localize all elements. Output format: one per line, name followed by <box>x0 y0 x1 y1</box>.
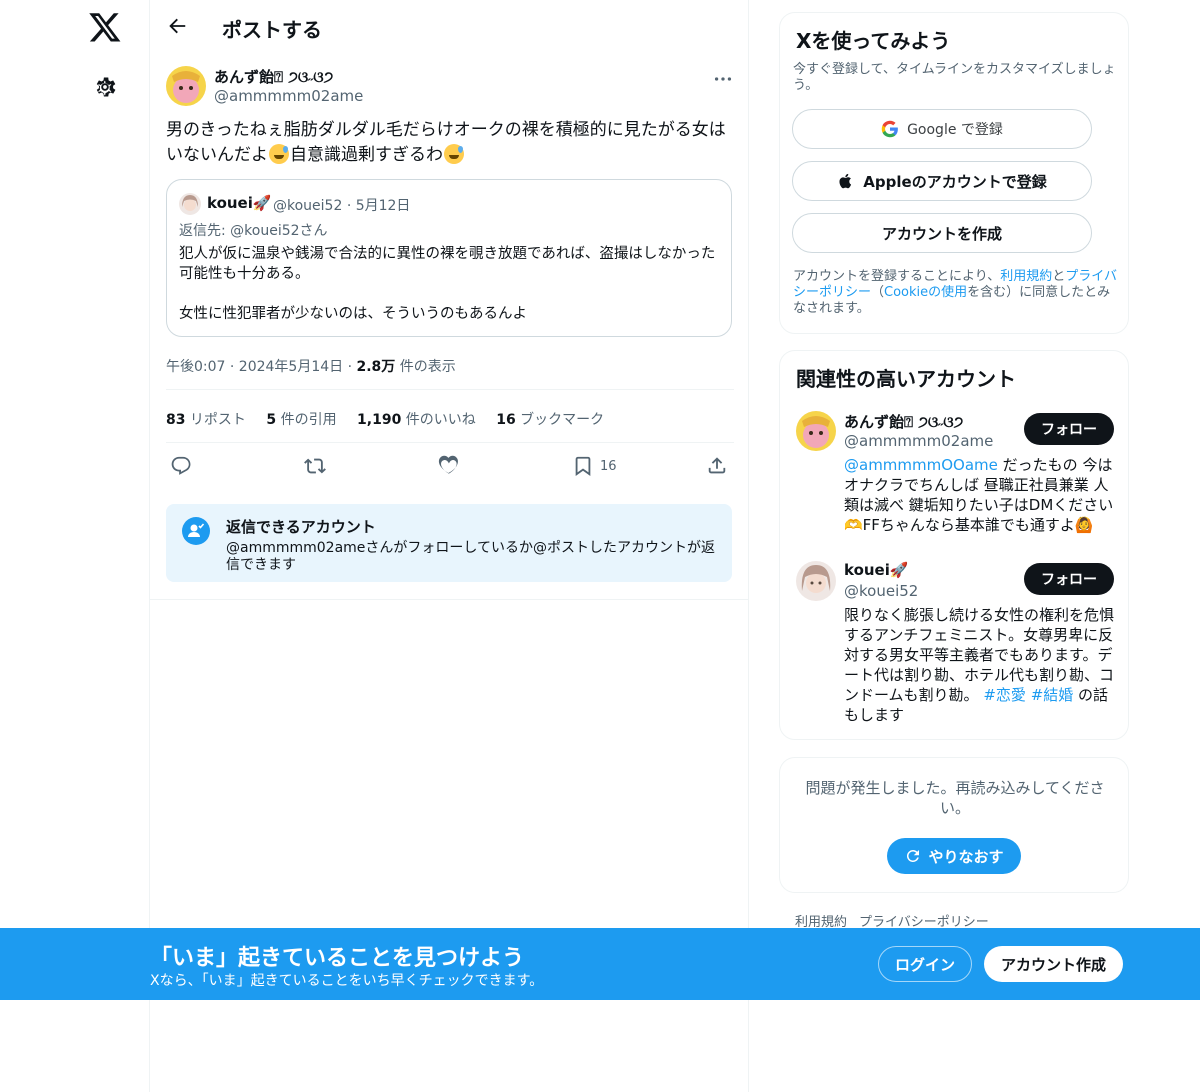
google-signup-label: Google で登録 <box>907 122 1003 138</box>
bookmark-button[interactable]: 16 <box>572 454 617 478</box>
post-stats: 83 リポスト 5 件の引用 1,190 件のいいね 16 ブックマーク <box>166 409 620 429</box>
author-name[interactable]: あんず飴⍰ ੭ଓ˶ଓ੭ <box>214 66 333 87</box>
hashtag-link[interactable]: #結婚 <box>1031 686 1074 704</box>
apple-signup-button[interactable]: Appleのアカウントで登録 <box>792 161 1092 201</box>
divider <box>150 599 748 600</box>
quoted-handle-date: @kouei52 · 5月12日 <box>273 198 411 214</box>
rocket-emoji-icon: 🚀 <box>889 561 909 579</box>
quoted-text: 犯人が仮に温泉や銭湯で合法的に異性の裸を覗き放題であれば、盗撮はしなかった可能性… <box>179 246 716 322</box>
error-panel: 問題が発生しました。再読み込みしてください。 やりなおす <box>779 757 1129 893</box>
related-accounts-title: 関連性の高いアカウント <box>796 367 1016 391</box>
apple-icon <box>839 173 852 189</box>
account-bio: 限りなく膨張し続ける女性の権利を危惧するアンチフェミニスト。女尊男卑に反対する男… <box>844 606 1115 724</box>
signup-legal-text: アカウントを登録することにより、利用規約とプライバシーポリシー（Cookieの使… <box>793 269 1118 316</box>
account-name[interactable]: kouei🚀 <box>844 561 909 579</box>
author-handle[interactable]: @ammmmm02ame <box>214 87 363 105</box>
rocket-emoji-icon: 🚀 <box>252 194 272 212</box>
account-avatar[interactable] <box>796 561 836 601</box>
google-icon <box>881 120 898 138</box>
apple-signup-label: Appleのアカウントで登録 <box>863 172 1047 191</box>
reply-restriction-title: 返信できるアカウント <box>226 518 376 536</box>
cookie-link[interactable]: Cookieの使用 <box>884 285 967 300</box>
bookmark-count: 16 <box>600 458 617 474</box>
page-header: ポストする <box>150 0 748 54</box>
page-title: ポストする <box>222 18 322 42</box>
signup-title: Xを使ってみよう <box>796 29 951 53</box>
post-time[interactable]: 午後0:07 · 2024年5月14日 · <box>166 359 357 375</box>
reply-button[interactable] <box>170 454 192 478</box>
repost-button[interactable] <box>304 454 326 478</box>
account-avatar[interactable] <box>796 411 836 451</box>
signup-desc: 今すぐ登録して、タイムラインをカスタマイズしましょう。 <box>793 62 1116 93</box>
follow-button[interactable]: フォロー <box>1024 563 1114 595</box>
reply-restriction-icon <box>182 517 210 545</box>
heart-icon <box>438 455 458 474</box>
google-signup-button[interactable]: Google で登録 <box>792 109 1092 149</box>
author-avatar[interactable] <box>166 66 206 106</box>
bookmark-icon <box>575 456 591 476</box>
bio-mention-link[interactable]: @ammmmmOOame <box>844 456 998 474</box>
account-handle[interactable]: @ammmmm02ame <box>844 432 993 450</box>
hashtag-link[interactable]: #恋愛 <box>983 686 1026 704</box>
views-count: 2.8万 <box>356 359 396 375</box>
reply-icon <box>171 456 191 475</box>
signup-banner: 「いま」起きていることを見つけよう Xなら、「いま」起きていることをいち早くチェ… <box>0 928 1200 1000</box>
settings-gear-icon[interactable] <box>92 74 118 100</box>
views-label: 件の表示 <box>395 359 456 375</box>
repost-icon <box>304 458 326 474</box>
post-actions: 16 <box>166 454 734 480</box>
likes-stat[interactable]: 1,190 件のいいね <box>357 412 476 428</box>
share-button[interactable] <box>706 454 728 478</box>
more-options-icon[interactable] <box>712 68 734 90</box>
share-icon <box>708 457 726 474</box>
quoted-author-avatar <box>179 193 201 215</box>
login-button[interactable]: ログイン <box>878 946 972 982</box>
account-name[interactable]: あんず飴⍰ ੭ଓ˶ଓ੭ <box>844 411 963 432</box>
error-message: 問題が発生しました。再読み込みしてください。 <box>805 779 1105 817</box>
divider <box>166 389 734 390</box>
back-arrow-icon[interactable] <box>166 15 188 37</box>
reply-restriction-notice: 返信できるアカウント @ammmmm02ameさんがフォローしているか@ポストし… <box>166 504 732 582</box>
post-timestamp: 午後0:07 · 2024年5月14日 · 2.8万 件の表示 <box>166 356 456 376</box>
related-accounts-panel: 関連性の高いアカウント あんず飴⍰ ੭ଓ˶ଓ੭ @ammmmm02ame フォロ… <box>779 350 1129 740</box>
reposts-stat[interactable]: 83 リポスト <box>166 412 246 428</box>
quoted-post[interactable]: kouei🚀 @kouei52 · 5月12日 返信先: @kouei52さん … <box>166 179 732 337</box>
retry-button[interactable]: やりなおす <box>887 838 1021 874</box>
sweat-smile-emoji-icon <box>444 144 464 164</box>
quotes-stat[interactable]: 5 件の引用 <box>266 412 336 428</box>
like-button[interactable] <box>438 454 460 478</box>
account-handle[interactable]: @kouei52 <box>844 582 918 600</box>
retry-label: やりなおす <box>928 847 1004 866</box>
account-bio: @ammmmmOOame だったもの 今はオナクラでちんしば 昼職正社員兼業 人… <box>844 456 1114 534</box>
quoted-reply-to: 返信先: @kouei52さん <box>179 223 328 239</box>
signup-panel: Xを使ってみよう 今すぐ登録して、タイムラインをカスタマイズしましょう。 Goo… <box>779 12 1129 334</box>
create-account-button[interactable]: アカウントを作成 <box>792 213 1092 253</box>
terms-link[interactable]: 利用規約 <box>1000 269 1052 284</box>
banner-title: 「いま」起きていることを見つけよう <box>150 946 525 971</box>
refresh-icon <box>907 849 920 862</box>
bookmarks-stat[interactable]: 16 ブックマーク <box>496 412 604 428</box>
reply-restriction-desc: @ammmmm02ameさんがフォローしているか@ポストしたアカウントが返信でき… <box>226 540 715 573</box>
follow-button[interactable]: フォロー <box>1024 413 1114 445</box>
post-text: 男のきったねぇ脂肪ダルダル毛だらけオークの裸を積極的に見たがる女はいないんだよ自… <box>166 120 726 165</box>
quoted-author-name: kouei🚀 <box>207 194 272 212</box>
banner-subtitle: Xなら、「いま」起きていることをいち早くチェックできます。 <box>150 973 544 989</box>
x-logo-icon[interactable] <box>88 10 122 44</box>
divider <box>166 442 734 443</box>
create-account-label: アカウントを作成 <box>881 224 1002 243</box>
sweat-smile-emoji-icon <box>269 144 289 164</box>
signup-button[interactable]: アカウント作成 <box>984 946 1123 982</box>
